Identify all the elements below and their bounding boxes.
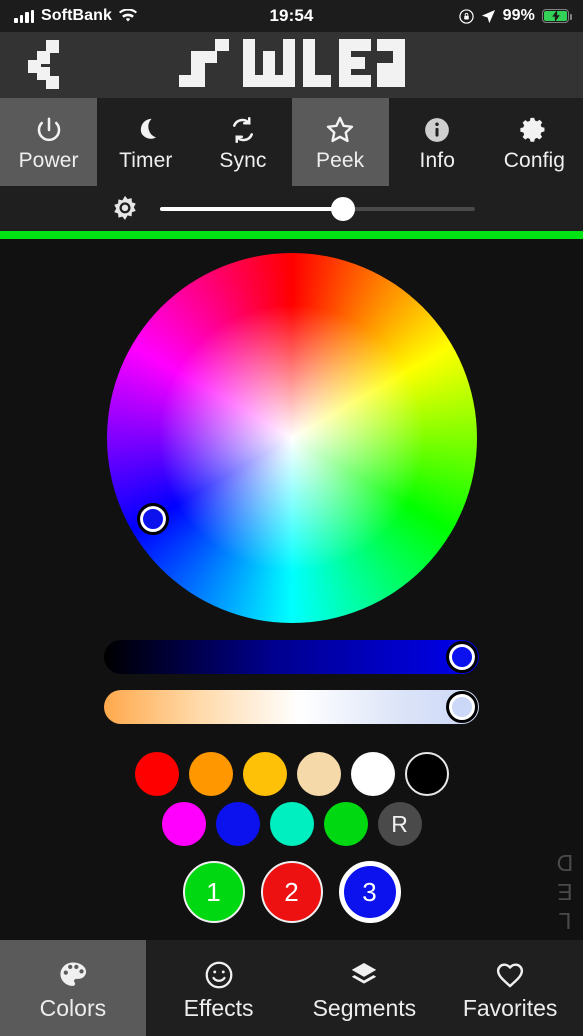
quick-color-row-1 [0,752,583,796]
toolbar-label-peek: Peek [315,149,365,172]
top-toolbar: Power Timer Sync Peek Info Config [0,98,583,186]
color-wheel-area [0,253,583,625]
quick-color-amber[interactable] [242,752,287,796]
color-temp-slider[interactable] [104,690,479,724]
wifi-icon [119,9,138,23]
toolbar-label-sync: Sync [219,149,267,172]
preset-button-2[interactable]: 2 [260,861,323,923]
tab-colors[interactable]: Colors [0,940,146,1036]
bottom-tab-bar: Colors Effects Segments Favorites [0,940,583,1036]
tab-effects[interactable]: Effects [146,940,292,1036]
quick-color-orange[interactable] [188,752,233,796]
gear-icon [519,113,549,147]
color-wheel-marker[interactable] [136,503,169,536]
brightness-row [0,186,583,231]
toolbar-label-info: Info [419,149,455,172]
tab-label-colors: Colors [39,994,107,1021]
preset-button-3[interactable]: 3 [338,861,401,923]
tab-segments[interactable]: Segments [292,940,438,1036]
colors-panel: R 123 WLED [0,239,583,988]
toolbar-button-config[interactable]: Config [486,98,583,186]
preset-button-1[interactable]: 1 [182,861,245,923]
quick-color-green[interactable] [323,802,368,846]
toolbar-button-power[interactable]: Power [0,98,98,186]
toolbar-button-info[interactable]: Info [389,98,486,186]
toolbar-label-timer: Timer [119,149,173,172]
signal-bars-icon [14,9,34,23]
color-wheel[interactable] [106,253,477,623]
heart-icon [494,957,526,993]
power-icon [34,113,64,147]
rotation-lock-icon [459,8,474,24]
toolbar-button-sync[interactable]: Sync [194,98,291,186]
palette-icon [57,957,89,993]
wled-logo [175,39,409,91]
toolbar-label-config: Config [503,149,566,172]
toolbar-button-peek[interactable]: Peek [291,98,389,186]
smiley-icon [203,957,235,993]
app-header [0,32,583,98]
status-bar-right: 99% [459,7,572,25]
quick-color-row-2: R [0,802,583,846]
brightness-slider[interactable] [160,196,475,221]
quick-color-peach[interactable] [296,752,341,796]
value-slider[interactable] [104,640,479,674]
status-bar-left: SoftBank [14,7,138,25]
battery-percent-label: 99% [502,7,535,24]
battery-charging-icon [542,9,572,23]
brightness-slider-thumb[interactable] [330,196,355,221]
star-icon [324,113,356,147]
preset-row: 123 [0,859,583,925]
info-icon [422,113,452,147]
location-arrow-icon [481,9,496,24]
tab-label-effects: Effects [183,994,254,1021]
quick-color-red[interactable] [134,752,179,796]
quick-color-white[interactable] [350,752,395,796]
quick-color-blue[interactable] [215,802,260,846]
layers-icon [348,957,380,993]
toolbar-button-timer[interactable]: Timer [97,98,194,186]
color-temp-slider-thumb[interactable] [446,691,478,723]
quick-color-magenta[interactable] [161,802,206,846]
tab-label-favorites: Favorites [462,994,558,1021]
sync-icon [228,113,258,147]
random-color-button[interactable]: R [377,802,422,846]
quick-color-turquoise[interactable] [269,802,314,846]
tab-favorites[interactable]: Favorites [437,940,583,1036]
value-slider-thumb[interactable] [446,641,478,673]
moon-icon [131,113,161,147]
toolbar-label-power: Power [18,149,79,172]
tab-label-segments: Segments [312,994,417,1021]
accent-divider [0,231,583,239]
carrier-label: SoftBank [41,7,113,24]
back-button[interactable] [24,38,64,92]
status-bar: SoftBank 19:54 99% [0,0,583,32]
brightness-icon [110,194,140,224]
quick-color-black[interactable] [404,752,449,796]
